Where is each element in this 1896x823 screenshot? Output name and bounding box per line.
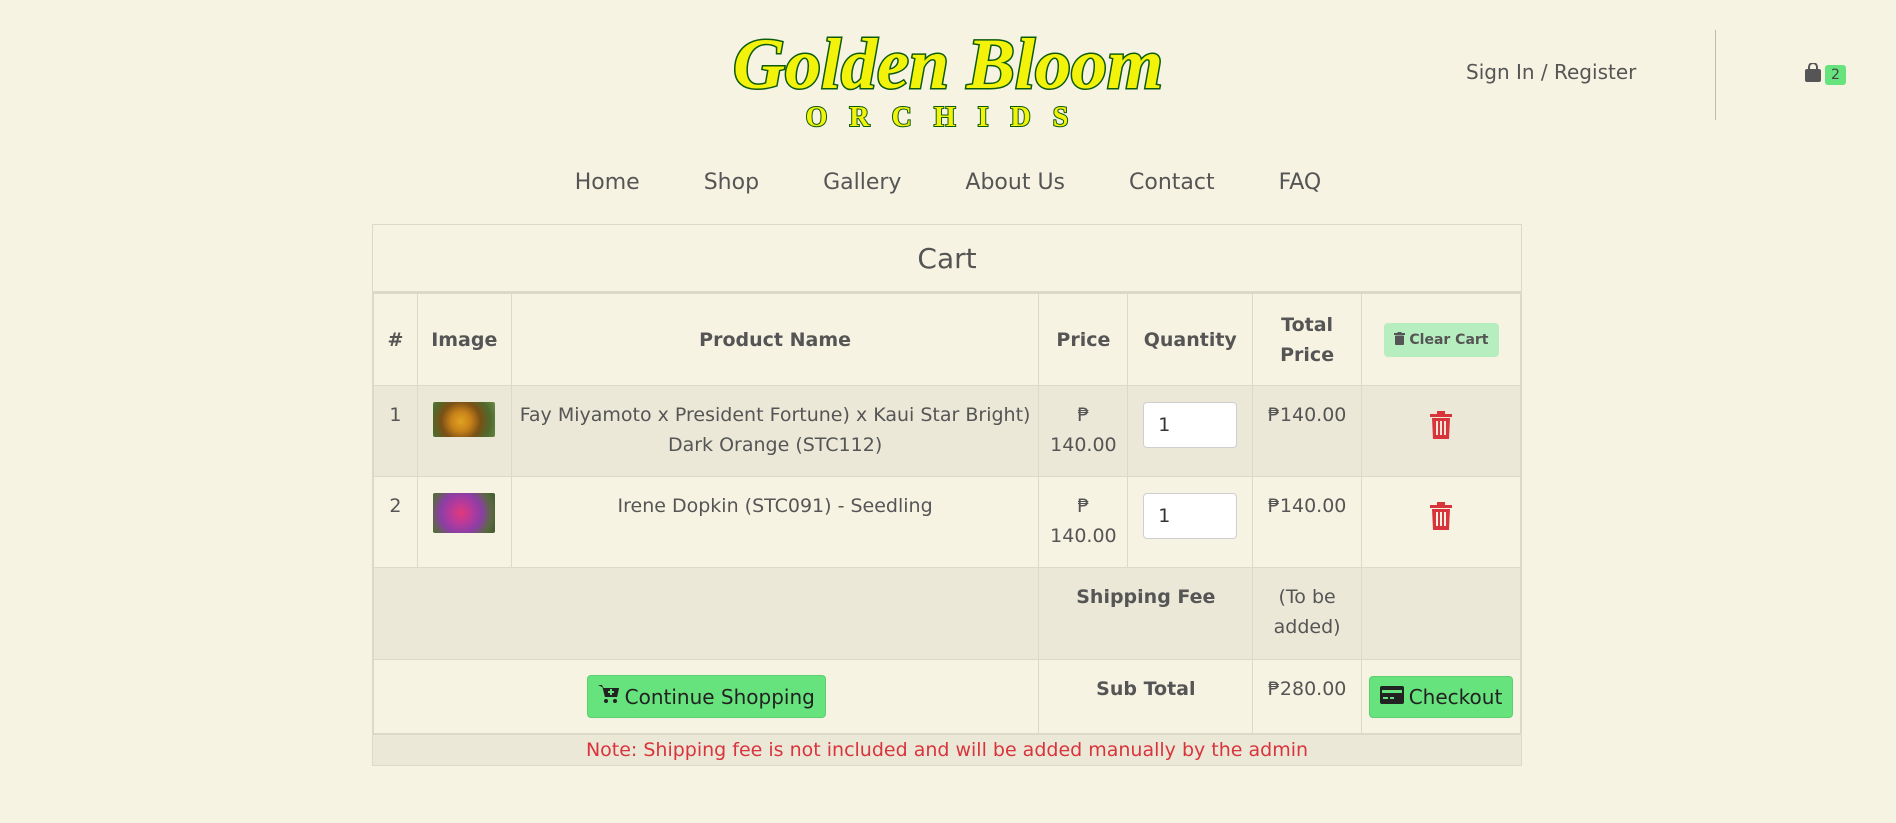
checkout-label: Checkout [1408,684,1503,709]
cart-plus-icon [597,684,625,709]
shipping-value-line1: (To be [1278,586,1336,608]
price-value: 140.00 [1050,434,1117,456]
item-quantity-cell [1127,385,1254,477]
item-number: 2 [373,476,418,568]
clear-cart-label: Clear Cart [1409,331,1489,348]
checkout-button[interactable]: Checkout [1368,675,1514,718]
price-value: 140.00 [1050,525,1117,547]
main-nav: Home Shop Gallery About Us Contact FAQ [0,170,1896,195]
logo-text-main: Golden Bloom [733,24,1163,104]
product-thumbnail[interactable] [433,493,496,533]
item-actions [1361,476,1521,568]
table-header-row: # Image Product Name Price Quantity Tota… [373,293,1521,386]
quantity-input[interactable] [1143,402,1238,448]
item-image-cell [416,385,512,477]
nav-shop[interactable]: Shop [672,170,791,195]
subtotal-row: Continue Shopping Sub Total ₱280.00 Chec… [372,659,1521,734]
price-currency: ₱ [1077,404,1090,426]
quantity-input[interactable] [1143,493,1238,539]
cart-panel: Cart # Image Product Name Price Quantity… [372,224,1522,766]
table-row: 2 Irene Dopkin (STC091) - Seedling ₱ 140… [373,476,1521,568]
item-name-line2: Dark Orange (STC112) [667,434,883,456]
nav-contact[interactable]: Contact [1097,170,1247,195]
col-header-actions: Clear Cart [1361,293,1521,386]
col-header-total-price: Total Price [1252,293,1363,386]
item-product-name[interactable]: Fay Miyamoto x President Fortune) x Kaui… [510,385,1040,477]
shipping-value-line2: added) [1273,616,1341,638]
price-currency: ₱ [1077,495,1090,517]
credit-card-icon [1379,685,1409,709]
clear-cart-button[interactable]: Clear Cart [1383,322,1499,357]
logo-text-sub: ORCHIDS [806,102,1091,130]
trash-icon [1430,502,1453,530]
col-header-num: # [373,293,418,386]
nav-home[interactable]: Home [543,170,672,195]
item-quantity-cell [1127,476,1254,568]
col-header-total-line1: Total [1281,313,1334,336]
table-row: 1 Fay Miyamoto x President Fortune) x Ka… [373,385,1521,477]
continue-shopping-button[interactable]: Continue Shopping [586,675,826,718]
item-name-line1: Irene Dopkin (STC091) - Seedling [617,495,933,517]
site-logo[interactable]: Golden Bloom ORCHIDS [708,14,1188,131]
item-image-cell [416,476,512,568]
item-number: 1 [373,385,418,477]
shipping-empty [1361,567,1521,660]
col-header-image: Image [416,293,512,386]
continue-shopping-label: Continue Shopping [624,684,815,709]
shopping-bag-icon [1804,62,1822,87]
nav-about-us[interactable]: About Us [933,170,1097,195]
header-divider [1715,30,1716,120]
checkout-cell: Checkout [1361,659,1521,734]
remove-item-button[interactable] [1430,502,1453,530]
cart-table: # Image Product Name Price Quantity Tota… [372,293,1521,734]
subtotal-value: ₱280.00 [1252,659,1363,734]
cart-title: Cart [373,225,1521,293]
continue-cell: Continue Shopping [372,659,1040,734]
item-actions [1361,385,1521,477]
col-header-total-line2: Price [1280,343,1335,366]
nav-gallery[interactable]: Gallery [791,170,933,195]
sign-in-register-link[interactable]: Sign In / Register [1466,60,1636,84]
product-thumbnail[interactable] [433,402,496,437]
nav-faq[interactable]: FAQ [1247,170,1354,195]
item-product-name[interactable]: Irene Dopkin (STC091) - Seedling [510,476,1040,568]
trash-icon [1430,411,1453,439]
item-total: ₱140.00 [1252,476,1363,568]
col-header-product-name: Product Name [510,293,1040,386]
shipping-value: (To be added) [1252,567,1363,660]
shipping-note: Note: Shipping fee is not included and w… [373,734,1521,765]
subtotal-label: Sub Total [1038,659,1254,734]
remove-item-button[interactable] [1430,411,1453,439]
item-name-line1: Fay Miyamoto x President Fortune) x Kaui… [519,404,1031,426]
item-price: ₱ 140.00 [1038,476,1129,568]
shipping-label: Shipping Fee [1038,567,1254,660]
cart-count-badge: 2 [1825,65,1846,85]
shipping-spacer [372,567,1040,660]
item-total: ₱140.00 [1252,385,1363,477]
shipping-row: Shipping Fee (To be added) [372,567,1521,660]
col-header-price: Price [1038,293,1129,386]
col-header-quantity: Quantity [1127,293,1254,386]
cart-button[interactable]: 2 [1804,62,1846,88]
trash-icon [1393,331,1410,348]
item-price: ₱ 140.00 [1038,385,1129,477]
